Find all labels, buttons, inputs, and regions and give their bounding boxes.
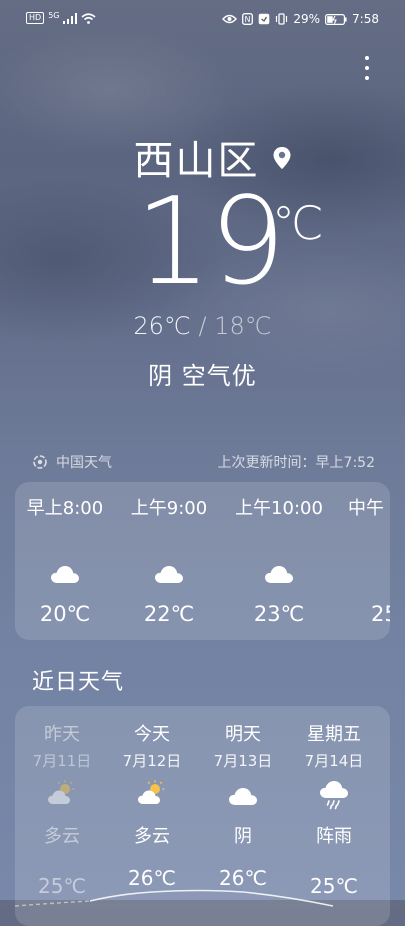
wifi-icon xyxy=(81,12,97,24)
hour-time: 中午 xyxy=(348,498,384,519)
hour-temp: 20℃ xyxy=(39,602,91,626)
provider-row: 中国天气 上次更新时间：早上7:52 xyxy=(32,452,375,472)
day-name: 昨天 xyxy=(44,724,80,745)
hourly-forecast-card[interactable]: 早上8:00 20℃ 上午9:00 22℃ 上午10:00 23℃ 中午 25 xyxy=(15,482,390,640)
hour-temp: 23℃ xyxy=(253,602,305,626)
temperature-unit: ℃ xyxy=(272,196,324,250)
hour-temp: 25 xyxy=(371,602,390,626)
daily-item-yesterday[interactable]: 昨天 7月11日 多云 25℃ xyxy=(15,706,109,906)
hour-temp: 22℃ xyxy=(143,602,195,626)
daily-item-today[interactable]: 今天 7月12日 多云 26℃ xyxy=(105,706,199,906)
day-high-temp: 26℃ xyxy=(128,866,176,890)
day-condition: 阴 xyxy=(234,826,252,847)
provider[interactable]: 中国天气 xyxy=(32,452,112,472)
day-date: 7月12日 xyxy=(122,752,182,770)
network-type: 5G xyxy=(48,10,60,20)
clock: 7:58 xyxy=(352,12,379,26)
day-condition: 多云 xyxy=(134,826,170,847)
svg-text:N: N xyxy=(245,15,251,24)
cloud-icon xyxy=(264,564,294,588)
hourly-item[interactable]: 中午 25 xyxy=(335,482,390,640)
battery-icon xyxy=(325,13,347,25)
more-menu-button[interactable] xyxy=(357,54,377,82)
day-date: 7月14日 xyxy=(304,752,364,770)
daily-forecast-card[interactable]: 昨天 7月11日 多云 25℃ 今天 7月12日 多云 26℃ 明天 7月13日… xyxy=(15,706,390,926)
dot-icon xyxy=(365,66,369,70)
hour-time: 上午9:00 xyxy=(130,498,208,519)
day-condition: 多云 xyxy=(44,826,80,847)
day-high-temp: 25℃ xyxy=(310,874,358,898)
hourly-item[interactable]: 上午10:00 23℃ xyxy=(225,482,333,640)
rain-cloud-icon xyxy=(319,780,349,814)
cloud-icon xyxy=(228,786,258,810)
location-pin-icon[interactable] xyxy=(272,146,292,170)
day-date: 7月11日 xyxy=(32,752,92,770)
day-name: 星期五 xyxy=(307,724,361,745)
partly-cloudy-icon xyxy=(137,780,167,810)
day-name: 今天 xyxy=(134,724,170,745)
day-high-temp: 25℃ xyxy=(38,874,86,898)
hour-time: 上午10:00 xyxy=(235,498,323,519)
cloud-icon xyxy=(154,564,184,588)
eye-icon xyxy=(222,14,238,24)
china-weather-logo-icon xyxy=(32,454,48,470)
high-low-temperature: 26℃ / 18℃ xyxy=(0,312,405,340)
provider-name: 中国天气 xyxy=(56,455,112,471)
daily-item-tomorrow[interactable]: 明天 7月13日 阴 26℃ xyxy=(196,706,290,906)
dot-icon xyxy=(365,76,369,80)
last-updated: 上次更新时间：早上7:52 xyxy=(217,455,375,471)
daily-section-title: 近日天气 xyxy=(32,670,125,695)
partly-cloudy-icon xyxy=(47,780,77,810)
hd-badge: HD xyxy=(26,12,45,24)
hourly-item[interactable]: 上午9:00 22℃ xyxy=(115,482,223,640)
day-name: 明天 xyxy=(225,724,261,745)
low-temp: 18℃ xyxy=(214,312,272,340)
dot-icon xyxy=(365,56,369,60)
hour-time: 早上8:00 xyxy=(26,498,104,519)
daily-item-friday[interactable]: 星期五 7月14日 阵雨 25℃ xyxy=(287,706,381,906)
high-temp: 26℃ xyxy=(133,312,191,340)
status-bar: HD 5G N 29% 7:58 xyxy=(0,0,405,38)
day-condition: 阵雨 xyxy=(316,826,352,847)
status-left: HD 5G xyxy=(26,10,97,24)
status-right: N 29% 7:58 xyxy=(222,12,379,26)
vibrate-icon xyxy=(275,13,288,25)
current-temperature: 19 ℃ xyxy=(0,178,405,308)
current-condition: 阴 空气优 xyxy=(148,362,257,390)
signal-icon xyxy=(63,12,78,24)
day-high-temp: 26℃ xyxy=(219,866,267,890)
cloud-icon xyxy=(50,564,80,588)
high-low-separator: / xyxy=(198,312,207,340)
temperature-value: 19 xyxy=(135,173,286,312)
battery-percent: 29% xyxy=(293,12,321,26)
hourly-item[interactable]: 早上8:00 20℃ xyxy=(15,482,119,640)
hd-label: HD xyxy=(29,13,42,22)
alarm-icon xyxy=(258,13,270,25)
day-date: 7月13日 xyxy=(213,752,273,770)
nfc-icon: N xyxy=(242,13,254,25)
